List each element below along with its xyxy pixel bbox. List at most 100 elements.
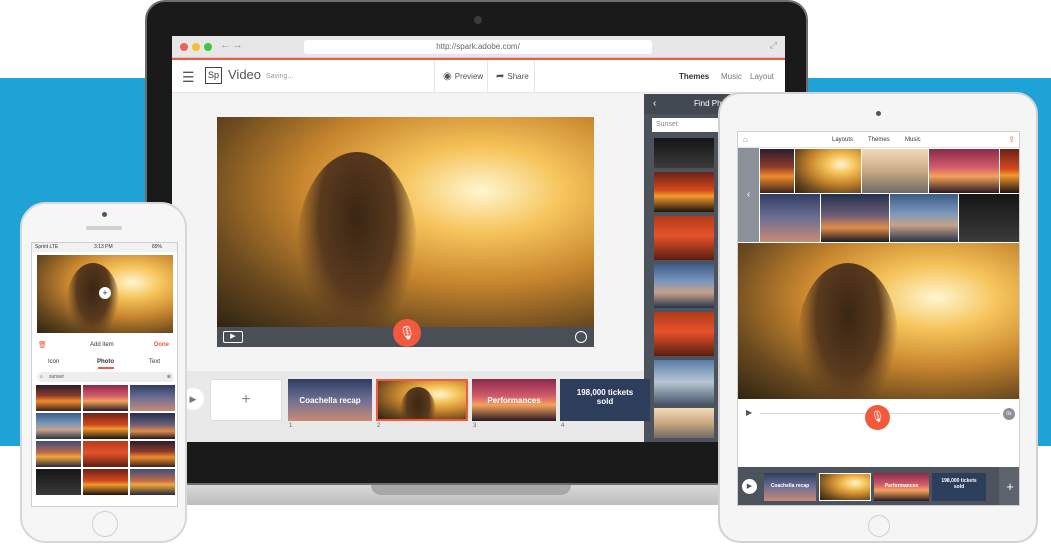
photo-thumbnail[interactable]: [760, 149, 794, 193]
laptop-device: ← → http://spark.adobe.com/ ⤢ ☰ Sp Video…: [139, 0, 814, 505]
photo-search-field[interactable]: ⌕ sunset ⊗: [37, 372, 174, 382]
photo-thumbnail[interactable]: [795, 149, 861, 193]
browser-toolbar: ← → http://spark.adobe.com/ ⤢: [172, 36, 785, 58]
photo-thumbnail[interactable]: [130, 385, 175, 411]
tab-layouts[interactable]: Layouts: [832, 137, 853, 143]
slide-thumbnail-3[interactable]: Performances: [472, 379, 556, 421]
camera-icon: [474, 16, 482, 24]
phone-photo: +: [37, 255, 173, 333]
laptop-base: [139, 485, 814, 505]
camera-icon: [102, 212, 107, 217]
add-slide-button[interactable]: +: [999, 467, 1019, 505]
microphone-button[interactable]: 🎙: [393, 319, 421, 347]
add-slide-button[interactable]: +: [210, 379, 282, 421]
tablet-toolbar: ⌂ Layouts Themes Music ⇪: [738, 132, 1019, 148]
photo-thumbnail[interactable]: [929, 149, 999, 193]
photo-thumbnail[interactable]: [760, 194, 820, 242]
clear-icon[interactable]: ⊗: [167, 372, 171, 382]
slide-thumbnail-3[interactable]: Performances: [874, 473, 929, 501]
share-label: Share: [507, 72, 529, 81]
slide-thumbnail-1[interactable]: Coachella recap: [764, 473, 816, 501]
tab-music[interactable]: Music: [721, 72, 742, 81]
forward-arrow-icon[interactable]: →: [232, 39, 243, 51]
photo-thumbnail[interactable]: [83, 441, 128, 467]
photo-thumbnail[interactable]: [821, 194, 889, 242]
slide-thumbnail-4[interactable]: 198,000 tickets sold: [932, 473, 986, 501]
photo-thumbnail[interactable]: [83, 413, 128, 439]
photo-thumbnail[interactable]: [36, 413, 81, 439]
slide-caption: Performances: [487, 396, 541, 405]
home-icon[interactable]: ⌂: [743, 135, 748, 144]
slide-caption: 198,000 tickets sold: [576, 388, 634, 406]
photo-thumbnail[interactable]: [654, 138, 714, 168]
carrier-label: Sprint LTE: [35, 244, 59, 250]
play-icon[interactable]: ▶: [742, 479, 757, 494]
status-bar: Sprint LTE 3:13 PM 89%: [32, 243, 177, 252]
tab-themes[interactable]: Themes: [868, 137, 890, 143]
photo-thumbnail[interactable]: [130, 413, 175, 439]
photo-thumbnail[interactable]: [654, 216, 714, 260]
photo-thumbnail[interactable]: [890, 194, 958, 242]
photo-thumbnail[interactable]: [654, 312, 714, 356]
photo-thumbnail[interactable]: [862, 149, 928, 193]
tablet-device: ⌂ Layouts Themes Music ⇪ ‹ ▶ 🎙 0s ▶ Coac…: [718, 92, 1038, 543]
photo-thumbnail[interactable]: [130, 469, 175, 495]
tab-photo[interactable]: Photo: [97, 359, 114, 365]
add-item-row: 🗑 Add item Done: [32, 339, 177, 353]
photo-thumbnail[interactable]: [959, 194, 1019, 242]
photo-thumbnail[interactable]: [36, 469, 81, 495]
photo-thumbnail[interactable]: [654, 264, 714, 308]
app-title: Video: [228, 67, 262, 82]
trash-icon[interactable]: 🗑: [38, 341, 47, 349]
minimize-window-button[interactable]: [192, 43, 200, 51]
photo-thumbnail[interactable]: [83, 385, 128, 411]
spark-logo: Sp: [205, 67, 222, 84]
photo-thumbnail[interactable]: [654, 172, 714, 212]
home-button[interactable]: [92, 511, 118, 537]
timer-icon[interactable]: [575, 331, 587, 343]
address-bar[interactable]: http://spark.adobe.com/: [304, 40, 652, 54]
share-icon[interactable]: ⇪: [1008, 135, 1015, 144]
camera-icon: [876, 111, 881, 116]
photo-thumbnail[interactable]: [36, 441, 81, 467]
tab-layout[interactable]: Layout: [750, 72, 774, 81]
photo-thumbnail[interactable]: [1000, 149, 1019, 193]
slide-caption: Coachella recap: [299, 396, 361, 405]
collapse-panel-button[interactable]: ‹: [738, 148, 759, 242]
slide-thumbnail-2[interactable]: [819, 473, 871, 501]
microphone-button[interactable]: 🎙: [865, 405, 890, 430]
fullscreen-icon[interactable]: ⤢: [770, 40, 777, 51]
slide-number: 3: [473, 423, 477, 429]
menu-icon[interactable]: ☰: [182, 69, 195, 86]
tab-icon[interactable]: Icon: [48, 359, 59, 365]
play-preview-icon[interactable]: ▶: [223, 331, 243, 343]
slide-strip: ▶ + Coachella recap 1 2 Performances 3 1…: [172, 371, 785, 442]
tab-themes[interactable]: Themes: [679, 72, 709, 81]
tab-text[interactable]: Text: [149, 359, 160, 365]
close-window-button[interactable]: [180, 43, 188, 51]
share-button[interactable]: ➦ Share: [487, 60, 535, 93]
slide-thumbnail-1[interactable]: Coachella recap: [288, 379, 372, 421]
laptop-lid: ← → http://spark.adobe.com/ ⤢ ☰ Sp Video…: [145, 0, 808, 485]
clock-label: 3:13 PM: [94, 244, 113, 250]
done-button[interactable]: Done: [154, 342, 169, 348]
preview-button[interactable]: ◉ Preview: [434, 60, 487, 93]
eye-icon: ◉: [443, 71, 452, 82]
tab-music[interactable]: Music: [905, 137, 921, 143]
photo-thumbnail[interactable]: [36, 385, 81, 411]
play-icon[interactable]: ▶: [746, 408, 752, 417]
product-composite: ← → http://spark.adobe.com/ ⤢ ☰ Sp Video…: [0, 0, 1051, 548]
back-chevron-icon[interactable]: ‹: [653, 98, 656, 109]
slide-thumbnail-4[interactable]: 198,000 tickets sold: [560, 379, 650, 421]
maximize-window-button[interactable]: [204, 43, 212, 51]
photo-thumbnail[interactable]: [130, 441, 175, 467]
battery-label: 89%: [152, 244, 163, 250]
photo-thumbnail[interactable]: [83, 469, 128, 495]
home-button[interactable]: [868, 515, 890, 537]
add-item-title: Add item: [90, 342, 114, 348]
slide-thumbnail-2[interactable]: [376, 379, 468, 421]
slide-number: 2: [377, 423, 381, 429]
active-tab-indicator: [98, 367, 114, 369]
back-arrow-icon[interactable]: ←: [220, 39, 231, 51]
add-icon[interactable]: +: [99, 287, 111, 299]
